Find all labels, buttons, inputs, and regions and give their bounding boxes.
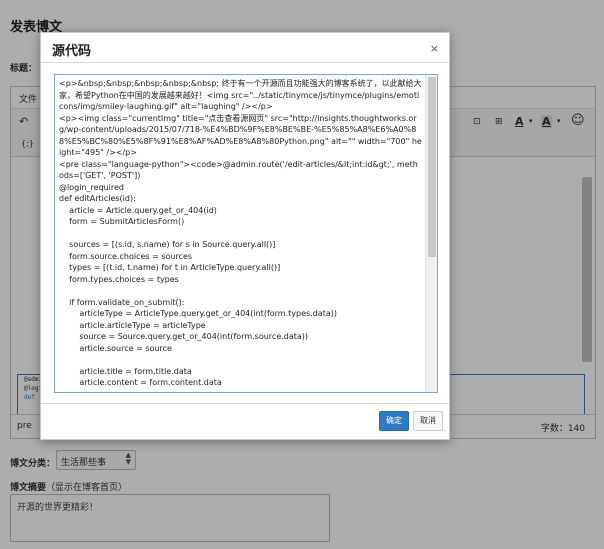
source-code-textarea[interactable]: <p>&nbsp;&nbsp;&nbsp;&nbsp;&nbsp; 终于有一个开… xyxy=(54,74,438,393)
scrollbar-thumb[interactable] xyxy=(428,77,436,257)
cancel-button[interactable]: 取消 xyxy=(413,411,443,431)
dialog-footer: 确定 取消 xyxy=(41,403,449,439)
source-code-dialog: 源代码 × <p>&nbsp;&nbsp;&nbsp;&nbsp;&nbsp; … xyxy=(40,32,450,440)
source-scrollbar[interactable] xyxy=(425,75,437,392)
dialog-header: 源代码 × xyxy=(41,33,449,63)
source-code-text[interactable]: <p>&nbsp;&nbsp;&nbsp;&nbsp;&nbsp; 终于有一个开… xyxy=(55,75,426,392)
close-icon[interactable]: × xyxy=(430,42,439,55)
ok-button[interactable]: 确定 xyxy=(379,411,409,431)
dialog-title: 源代码 xyxy=(52,44,92,59)
